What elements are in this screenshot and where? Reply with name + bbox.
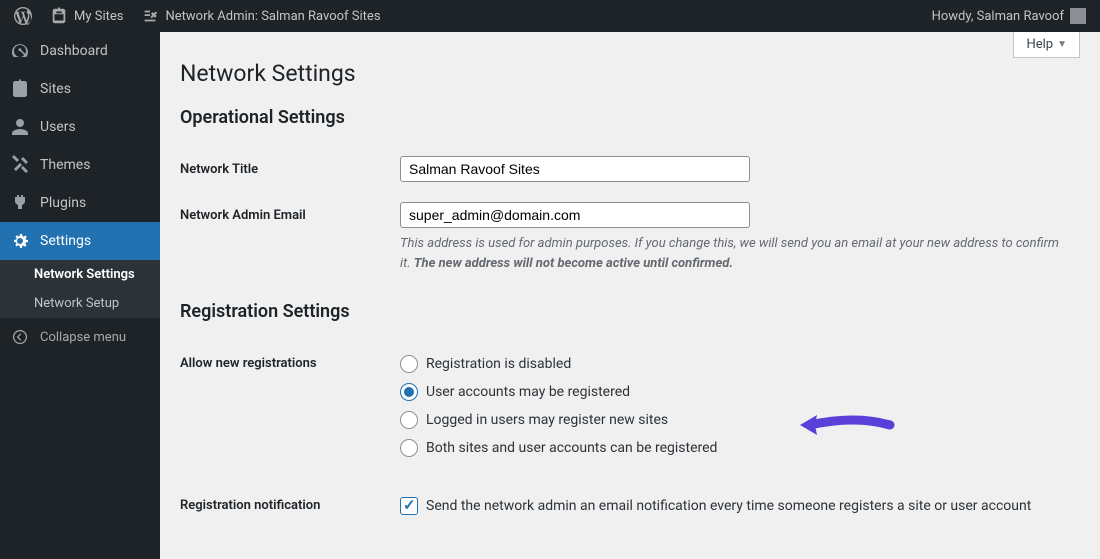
submenu-network-setup[interactable]: Network Setup <box>0 289 160 318</box>
reg-radio-disabled[interactable] <box>400 355 418 373</box>
account-link[interactable]: Howdy, Salman Ravoof <box>926 8 1092 24</box>
collapse-menu[interactable]: Collapse menu <box>0 318 160 356</box>
allow-registrations-label: Allow new registrations <box>180 350 400 371</box>
admin-bar: My Sites Network Admin: Salman Ravoof Si… <box>0 0 1100 32</box>
submenu-network-settings[interactable]: Network Settings <box>0 260 160 289</box>
dashboard-icon <box>10 41 30 61</box>
reg-radio-sites[interactable] <box>400 411 418 429</box>
sidebar-item-label: Users <box>40 119 76 135</box>
avatar <box>1070 8 1086 24</box>
admin-email-input[interactable] <box>400 202 750 228</box>
reg-option-sites[interactable]: Logged in users may register new sites <box>400 406 1080 434</box>
sidebar-item-label: Themes <box>40 157 90 173</box>
reg-radio-users[interactable] <box>400 383 418 401</box>
sites-icon <box>10 79 30 99</box>
settings-submenu: Network Settings Network Setup <box>0 260 160 318</box>
wp-logo[interactable] <box>8 7 38 25</box>
users-icon <box>10 117 30 137</box>
chevron-down-icon: ▼ <box>1057 39 1067 50</box>
reg-notification-option[interactable]: Send the network admin an email notifica… <box>400 492 1080 520</box>
howdy-text: Howdy, Salman Ravoof <box>932 9 1064 24</box>
my-sites-link[interactable]: My Sites <box>44 7 129 25</box>
collapse-label: Collapse menu <box>40 330 126 345</box>
sidebar-item-label: Settings <box>40 233 91 249</box>
network-admin-label: Network Admin: Salman Ravoof Sites <box>165 9 380 24</box>
section-operational: Operational Settings <box>180 107 1080 128</box>
main-content: Help ▼ Network Settings Operational Sett… <box>160 32 1100 559</box>
sidebar-item-label: Sites <box>40 81 71 97</box>
admin-email-description: This address is used for admin purposes.… <box>400 234 1060 273</box>
my-sites-label: My Sites <box>74 9 123 24</box>
sidebar-item-settings[interactable]: Settings <box>0 222 160 260</box>
reg-option-both[interactable]: Both sites and user accounts can be regi… <box>400 434 1080 462</box>
admin-sidebar: Dashboard Sites Users Themes Plugins Set… <box>0 32 160 559</box>
settings-icon <box>10 231 30 251</box>
registration-radio-group: Registration is disabled User accounts m… <box>400 350 1080 462</box>
sidebar-item-label: Plugins <box>40 195 86 211</box>
admin-email-label: Network Admin Email <box>180 202 400 223</box>
reg-option-users[interactable]: User accounts may be registered <box>400 378 1080 406</box>
help-label: Help <box>1026 37 1053 52</box>
help-tab[interactable]: Help ▼ <box>1013 32 1080 58</box>
plugins-icon <box>10 193 30 213</box>
sidebar-item-sites[interactable]: Sites <box>0 70 160 108</box>
network-title-label: Network Title <box>180 156 400 177</box>
reg-radio-both[interactable] <box>400 439 418 457</box>
reg-option-disabled[interactable]: Registration is disabled <box>400 350 1080 378</box>
reg-notification-checkbox[interactable] <box>400 497 418 515</box>
collapse-icon <box>10 327 30 347</box>
sidebar-item-users[interactable]: Users <box>0 108 160 146</box>
themes-icon <box>10 155 30 175</box>
section-registration: Registration Settings <box>180 301 1080 322</box>
network-title-input[interactable] <box>400 156 750 182</box>
sidebar-item-dashboard[interactable]: Dashboard <box>0 32 160 70</box>
sidebar-item-plugins[interactable]: Plugins <box>0 184 160 222</box>
sidebar-item-themes[interactable]: Themes <box>0 146 160 184</box>
page-title: Network Settings <box>180 60 1080 87</box>
sidebar-item-label: Dashboard <box>40 43 108 59</box>
registration-notification-label: Registration notification <box>180 492 400 513</box>
network-admin-link[interactable]: Network Admin: Salman Ravoof Sites <box>135 7 386 25</box>
